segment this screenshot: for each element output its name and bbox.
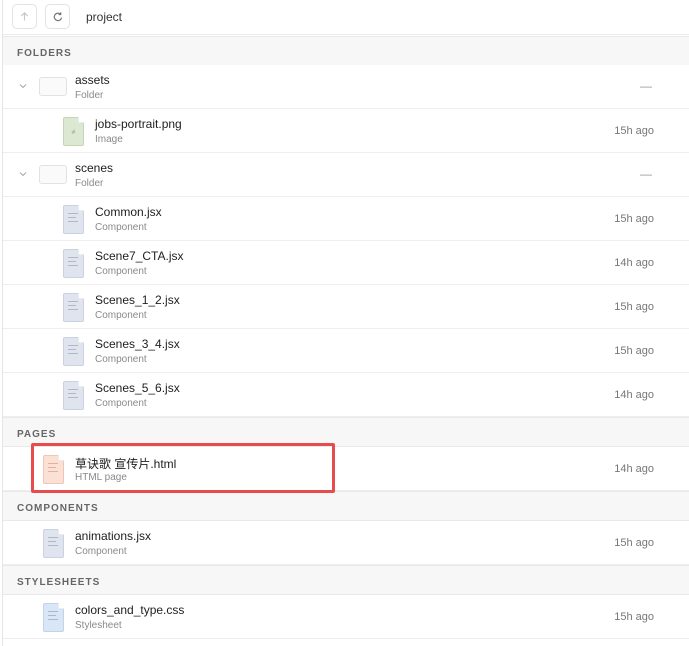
file-time: 14h ago xyxy=(614,463,654,475)
file-type: Component xyxy=(95,266,147,277)
component-file-icon xyxy=(43,529,64,558)
folder-row-scenes[interactable]: scenes Folder — xyxy=(3,153,689,197)
file-row-colors-and-type[interactable]: colors_and_type.css Stylesheet 15h ago xyxy=(3,595,689,639)
file-name: Common.jsx xyxy=(95,205,162,219)
file-type: Component xyxy=(95,222,147,233)
up-button[interactable] xyxy=(12,4,37,29)
file-type: Image xyxy=(95,134,123,145)
file-time: 15h ago xyxy=(614,611,654,623)
file-time: 15h ago xyxy=(614,537,654,549)
component-file-icon xyxy=(63,337,84,366)
section-header-stylesheets: STYLESHEETS xyxy=(3,565,689,595)
file-type: Component xyxy=(95,354,147,365)
file-row-scenes-1-2[interactable]: Scenes_1_2.jsx Component 15h ago xyxy=(3,285,689,329)
file-type: Component xyxy=(95,398,147,409)
folder-time: — xyxy=(640,79,652,93)
section-title: COMPONENTS xyxy=(17,503,99,514)
file-row-animations[interactable]: animations.jsx Component 15h ago xyxy=(3,521,689,565)
file-name: colors_and_type.css xyxy=(75,603,185,617)
html-file-icon xyxy=(43,455,64,484)
section-title: STYLESHEETS xyxy=(17,577,101,588)
component-file-icon xyxy=(63,293,84,322)
chevron-down-icon[interactable] xyxy=(17,80,29,92)
toolbar: project xyxy=(3,0,689,35)
section-header-folders: FOLDERS xyxy=(3,36,689,66)
file-browser: project FOLDERS assets Folder — # jobs-p… xyxy=(2,0,689,646)
folder-icon xyxy=(39,77,67,96)
folder-name: scenes xyxy=(75,161,114,175)
section-header-components: COMPONENTS xyxy=(3,491,689,521)
folder-icon xyxy=(39,165,67,184)
file-name: 草诀歌 宣传片.html xyxy=(75,457,177,471)
file-time: 15h ago xyxy=(614,213,654,225)
section-title: PAGES xyxy=(17,429,57,440)
svg-text:#: # xyxy=(71,129,76,136)
chevron-down-icon[interactable] xyxy=(17,168,29,180)
arrow-up-icon xyxy=(20,11,29,21)
section-title: FOLDERS xyxy=(17,48,72,59)
file-name: jobs-portrait.png xyxy=(95,117,182,131)
component-file-icon xyxy=(63,205,84,234)
file-type: Stylesheet xyxy=(75,620,122,631)
file-name: Scenes_1_2.jsx xyxy=(95,293,180,307)
file-name: Scene7_CTA.jsx xyxy=(95,249,184,263)
folder-type: Folder xyxy=(75,90,104,101)
file-name: Scenes_5_6.jsx xyxy=(95,381,180,395)
file-row-html-page[interactable]: 草诀歌 宣传片.html HTML page 14h ago xyxy=(3,447,689,491)
refresh-icon xyxy=(53,11,62,21)
folder-name: assets xyxy=(75,73,110,87)
file-type: HTML page xyxy=(75,472,127,483)
file-time: 15h ago xyxy=(614,125,654,137)
file-type: Component xyxy=(95,310,147,321)
file-time: 14h ago xyxy=(614,257,654,269)
refresh-button[interactable] xyxy=(45,4,70,29)
file-name: animations.jsx xyxy=(75,529,152,543)
section-header-pages: PAGES xyxy=(3,417,689,447)
file-row-scenes-3-4[interactable]: Scenes_3_4.jsx Component 15h ago xyxy=(3,329,689,373)
file-row-scenes-5-6[interactable]: Scenes_5_6.jsx Component 14h ago xyxy=(3,373,689,417)
folder-time: — xyxy=(640,167,652,181)
file-time: 15h ago xyxy=(614,301,654,313)
file-row-common[interactable]: Common.jsx Component 15h ago xyxy=(3,197,689,241)
file-time: 15h ago xyxy=(614,345,654,357)
breadcrumb-path: project xyxy=(86,10,123,24)
folder-type: Folder xyxy=(75,178,104,189)
stylesheet-file-icon xyxy=(43,603,64,632)
file-row-jobs-portrait[interactable]: # jobs-portrait.png Image 15h ago xyxy=(3,109,689,153)
folder-row-assets[interactable]: assets Folder — xyxy=(3,65,689,109)
component-file-icon xyxy=(63,381,84,410)
image-file-icon: # xyxy=(63,117,84,146)
file-row-scene7-cta[interactable]: Scene7_CTA.jsx Component 14h ago xyxy=(3,241,689,285)
file-time: 14h ago xyxy=(614,389,654,401)
component-file-icon xyxy=(63,249,84,278)
file-name: Scenes_3_4.jsx xyxy=(95,337,180,351)
file-type: Component xyxy=(75,546,127,557)
